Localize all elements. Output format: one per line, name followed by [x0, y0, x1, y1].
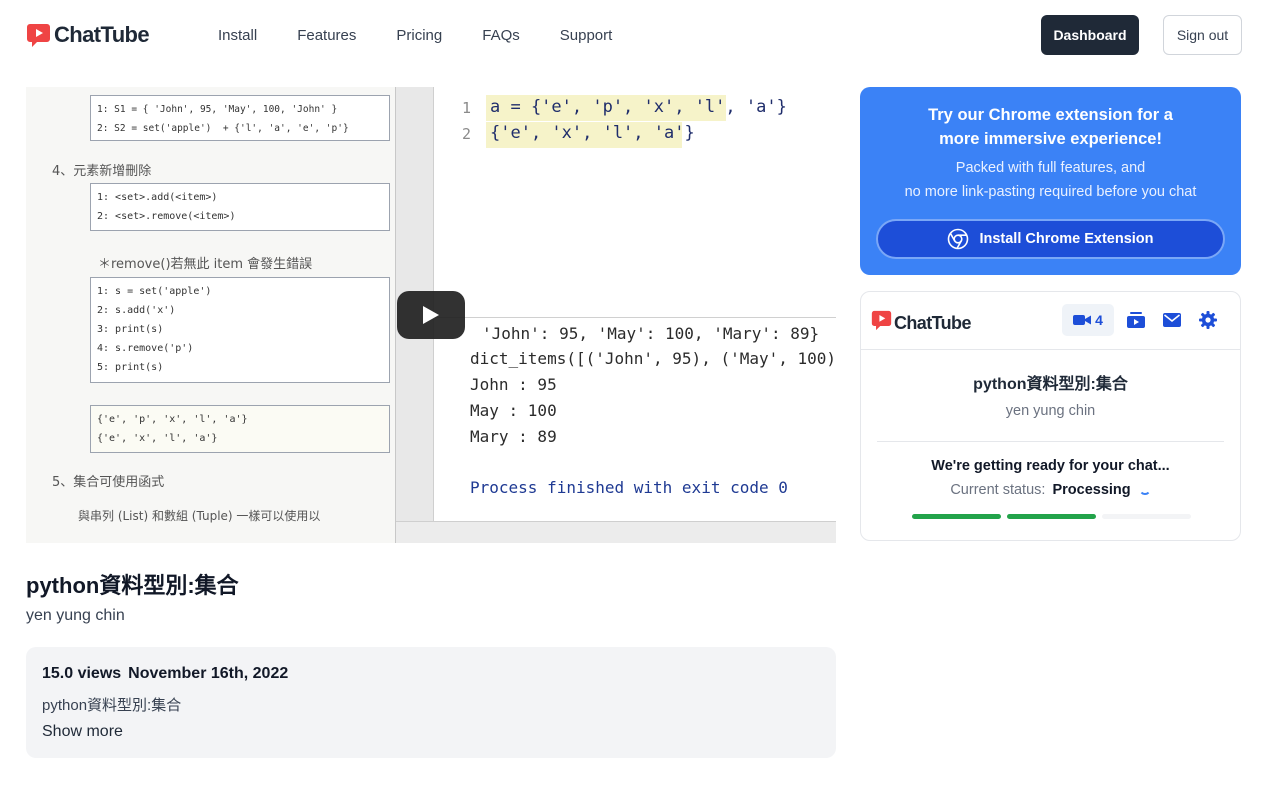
gear-icon: [1199, 311, 1217, 329]
nav-faqs[interactable]: FAQs: [482, 27, 520, 44]
install-button-label: Install Chrome Extension: [979, 231, 1154, 247]
mail-icon: [1163, 313, 1181, 327]
play-icon: [423, 306, 439, 324]
progress-step-2: [1007, 514, 1096, 519]
slide-section-4: 4、元素新增刪除: [52, 164, 152, 179]
panel-logo: ChatTube: [871, 310, 971, 336]
video-description: python資料型別:集合: [42, 697, 182, 714]
promo-subtext-line-1: Packed with full features, and: [955, 160, 1146, 176]
dashboard-button[interactable]: Dashboard: [1041, 15, 1139, 55]
ide-status-bar: [396, 521, 836, 543]
panel-video-title: python資料型別:集合: [973, 376, 1128, 393]
slide-footer-note: 與串列 (List) 和數組 (Tuple) 一樣可以使用以: [78, 509, 321, 523]
slide-code-add-remove: 1: <set>.add(<item>) 2: <set>.remove(<ite…: [90, 183, 390, 231]
console-line: Mary : 89: [470, 427, 557, 446]
ide-console: 'John': 95, 'May': 100, 'Mary': 89} dict…: [434, 317, 836, 543]
progress-step-3: [1102, 514, 1191, 519]
editor-line-number: 1: [462, 99, 472, 117]
slide-code-top: 1: S1 = { 'John', 95, 'May', 100, 'John'…: [90, 95, 390, 141]
nav-pricing[interactable]: Pricing: [396, 27, 442, 44]
chat-panel-header: ChatTube 4: [861, 292, 1240, 350]
slide-section-5: 5、集合可使用函式: [52, 475, 165, 490]
nav-install[interactable]: Install: [218, 27, 257, 44]
nav-support[interactable]: Support: [560, 27, 613, 44]
play-button[interactable]: [397, 291, 465, 339]
nav-features[interactable]: Features: [297, 27, 356, 44]
chat-status: Current status: Processing: [861, 482, 1240, 498]
show-more-button[interactable]: Show more: [42, 723, 820, 741]
playlist-button[interactable]: [1118, 304, 1154, 336]
view-count: 15.0 views: [42, 665, 122, 682]
console-line: May : 100: [470, 401, 557, 420]
editor-line-1: a = {'e', 'p', 'x', 'l', 'a'}: [490, 97, 787, 117]
panel-actions: 4: [1062, 304, 1226, 336]
progress-step-1: [912, 514, 1001, 519]
status-value: Processing: [1052, 482, 1131, 498]
slide-code-example: 1: s = set('apple') 2: s.add('x') 3: print…: [90, 277, 390, 383]
console-line: John : 95: [470, 375, 557, 394]
chat-panel: ChatTube 4 python資料型別:集合 yen yung chin W…: [860, 291, 1241, 541]
video-channel[interactable]: yen yung chin: [26, 607, 125, 625]
videos-tab[interactable]: 4: [1062, 304, 1114, 336]
chrome-extension-promo: Try our Chrome extension for a more imme…: [860, 87, 1241, 275]
chrome-icon: [948, 228, 969, 250]
brand-name: ChatTube: [54, 22, 150, 47]
console-line: 'John': 95, 'May': 100, 'Mary': 89}: [482, 324, 820, 343]
processing-progress-bar: [912, 514, 1191, 520]
video-description-box[interactable]: 15.0 views November 16th, 2022 python資料型別…: [26, 647, 836, 758]
video-count: 4: [1095, 312, 1103, 328]
panel-video-channel: yen yung chin: [1005, 403, 1096, 419]
video-title: python資料型別:集合: [26, 573, 239, 598]
editor-line-2: {'e', 'x', 'l', 'a'}: [490, 123, 695, 143]
sign-out-button[interactable]: Sign out: [1163, 15, 1242, 55]
slide-remove-note: ＊remove()若無此 item 會發生錯誤: [98, 257, 313, 272]
video-slide-panel: 1: S1 = { 'John', 95, 'May', 100, 'John'…: [26, 87, 396, 543]
main-nav: Install Features Pricing FAQs Support: [218, 27, 652, 44]
promo-subtext-line-2: no more link-pasting required before you…: [904, 184, 1197, 200]
loading-spinner-icon: [1138, 483, 1151, 495]
panel-brand-name: ChatTube: [894, 312, 971, 333]
console-exit-line: Process finished with exit code 0: [470, 478, 788, 497]
panel-divider: [877, 441, 1224, 442]
install-chrome-extension-button[interactable]: Install Chrome Extension: [876, 219, 1225, 259]
ide-editor: 1 2 a = {'e', 'p', 'x', 'l', 'a'} {'e', …: [434, 87, 836, 317]
promo-heading: Try our Chrome extension for a more imme…: [928, 106, 1173, 148]
slide-code-output: {'e', 'p', 'x', 'l', 'a'} {'e', 'x', 'l',…: [90, 405, 390, 453]
publish-date: November 16th, 2022: [128, 665, 289, 682]
editor-line-number: 2: [462, 125, 472, 143]
mail-button[interactable]: [1154, 304, 1190, 336]
video-player[interactable]: 1: S1 = { 'John', 95, 'May', 100, 'John'…: [26, 87, 836, 543]
playlist-icon: [1127, 312, 1145, 328]
chattube-logo[interactable]: ChatTube: [26, 22, 150, 48]
chattube-logo-icon: [871, 310, 892, 336]
video-camera-icon: [1073, 315, 1092, 325]
status-label: Current status:: [950, 482, 1046, 498]
promo-subtext: Packed with full features, and no more l…: [860, 156, 1241, 204]
video-stats: 15.0 views November 16th, 2022: [42, 665, 820, 683]
top-header: ChatTube Install Features Pricing FAQs S…: [0, 0, 1268, 72]
console-line: dict_items([('John', 95), ('May', 100), …: [470, 349, 836, 368]
chat-ready-message: We're getting ready for your chat...: [931, 458, 1170, 474]
chattube-logo-icon: [26, 23, 51, 48]
settings-button[interactable]: [1190, 304, 1226, 336]
